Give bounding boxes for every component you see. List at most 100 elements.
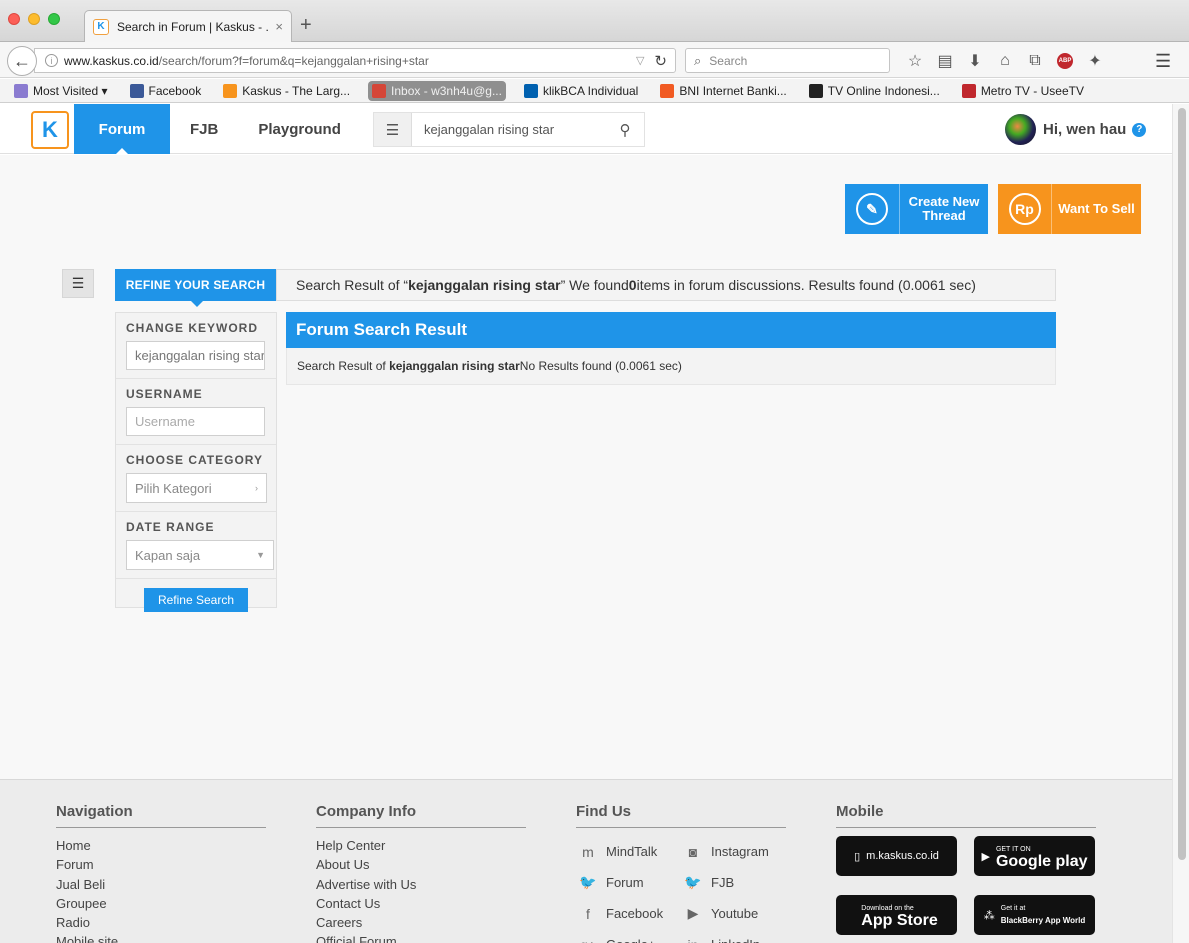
footer-link[interactable]: Careers <box>316 913 526 932</box>
avatar[interactable] <box>1005 114 1036 145</box>
bookmark-item[interactable]: BNI Internet Banki... <box>656 81 790 101</box>
date-range-select[interactable]: Kapan saja ▼ <box>126 540 274 570</box>
footer-link[interactable]: Contact Us <box>316 894 526 913</box>
back-arrow-icon: ← <box>13 50 31 71</box>
search-icon[interactable]: ⚲ <box>606 113 644 146</box>
browser-search-field[interactable]: ⌕ Search <box>685 48 890 73</box>
refine-search-button[interactable]: Refine Search <box>143 588 249 612</box>
social-link[interactable]: g+ Google+ <box>576 929 681 943</box>
app-badge[interactable]: ⁂ Get it at BlackBerry App World <box>974 895 1095 935</box>
help-icon[interactable]: ? <box>1132 122 1147 137</box>
extension-icon[interactable]: ✦ <box>1080 51 1110 71</box>
social-label: LinkedIn <box>711 937 760 943</box>
keyword-input[interactable] <box>126 341 265 370</box>
url-dropdown-icon[interactable]: ▽ <box>636 54 644 67</box>
site-footer: Navigation Home Forum Jual Beli Groupee Radi… <box>0 779 1172 943</box>
browser-search-placeholder: Search <box>709 53 748 68</box>
adblock-icon[interactable]: ABP <box>1050 51 1080 71</box>
keyword-section: CHANGE KEYWORD <box>116 313 276 379</box>
footer-navigation: Navigation Home Forum Jual Beli Groupee Radi… <box>56 803 266 943</box>
home-icon[interactable]: ⌂ <box>990 51 1020 71</box>
site-search-input[interactable] <box>412 113 606 146</box>
footer-navigation-links: Home Forum Jual Beli Groupee Radio Mobile sit… <box>56 836 266 943</box>
social-link[interactable]: 🐦 FJB <box>681 867 786 898</box>
pencil-icon: ✎ <box>856 193 888 225</box>
new-tab-button[interactable]: + <box>300 14 312 36</box>
page-scrollbar[interactable] <box>1172 104 1189 943</box>
footer-company-title: Company Info <box>316 803 526 828</box>
bookmark-label: Facebook <box>148 83 202 98</box>
nav-fjb[interactable]: FJB <box>170 104 238 154</box>
kaskus-logo[interactable]: K <box>31 111 69 149</box>
bookmark-item[interactable]: Inbox - w3nh4u@g... <box>368 80 506 101</box>
blackberry-icon: ⁂ <box>983 909 995 922</box>
site-header: K Forum FJB Playground ☰ ⚲ Hi, wen hau ? <box>0 104 1172 154</box>
social-link[interactable]: in LinkedIn <box>681 929 786 943</box>
user-menu[interactable]: Hi, wen hau ? <box>1005 114 1147 145</box>
social-link[interactable]: f Facebook <box>576 898 681 929</box>
footer-app-badges: ▯ m.kaskus.co.id ▶ GET IT ON Google play Down… <box>836 836 1096 935</box>
social-label: Youtube <box>711 906 759 921</box>
linkedin-icon: in <box>681 937 705 943</box>
social-link[interactable]: ▶ Youtube <box>681 898 786 929</box>
browser-tab[interactable]: K Search in Forum | Kaskus - ... × <box>84 10 292 42</box>
google-play-icon: ▶ <box>981 850 990 863</box>
app-badge[interactable]: ▯ m.kaskus.co.id <box>836 836 957 876</box>
footer-link[interactable]: Help Center <box>316 836 526 855</box>
social-link[interactable]: m MindTalk <box>576 836 681 867</box>
social-link[interactable]: ◙ Instagram <box>681 836 786 867</box>
browser-menu-icon[interactable]: ☰ <box>1155 51 1171 72</box>
browser-toolbar: ☆ ▤ ⬇ ⌂ ⧉ ABP ✦ <box>900 51 1110 71</box>
screenshot-icon[interactable]: ⧉ <box>1020 51 1050 71</box>
bookmark-item[interactable]: Metro TV - UseeTV <box>958 81 1088 101</box>
social-link[interactable]: 🐦 Forum <box>576 867 681 898</box>
category-section: CHOOSE CATEGORY Pilih Kategori › <box>116 445 276 512</box>
app-badge[interactable]: ▶ GET IT ON Google play <box>974 836 1095 876</box>
address-bar[interactable]: i www.kaskus.co.id/search/forum?f=forum&… <box>34 48 676 73</box>
bni-icon <box>660 83 675 98</box>
footer-link[interactable]: Mobile site <box>56 932 266 943</box>
footer-link[interactable]: About Us <box>316 855 526 874</box>
category-select[interactable]: Pilih Kategori › <box>126 473 267 503</box>
tab-close-icon[interactable]: × <box>275 19 283 34</box>
nav-playground[interactable]: Playground <box>238 104 361 154</box>
refine-button-wrap: Refine Search <box>116 579 276 612</box>
footer-link[interactable]: Radio <box>56 913 266 932</box>
site-info-icon[interactable]: i <box>45 54 58 67</box>
back-button[interactable]: ← <box>7 46 37 76</box>
minimize-window-button[interactable] <box>28 13 40 25</box>
bookmark-item[interactable]: TV Online Indonesi... <box>805 81 944 101</box>
bookmark-label: Inbox - w3nh4u@g... <box>391 83 502 98</box>
reading-list-icon[interactable]: ▤ <box>930 51 960 71</box>
app-badge-text: Get it at BlackBerry App World <box>1001 903 1085 927</box>
app-badge[interactable]: Download on the App Store <box>836 895 957 935</box>
want-to-sell-button[interactable]: Rp Want To Sell <box>998 184 1141 234</box>
sidebar-toggle-list-icon[interactable]: ☰ <box>62 269 94 298</box>
footer-link[interactable]: Official Forum <box>316 932 526 943</box>
user-greeting[interactable]: Hi, wen hau <box>1043 121 1126 138</box>
keyword-label: CHANGE KEYWORD <box>126 321 259 335</box>
search-category-list-icon[interactable]: ☰ <box>374 113 412 146</box>
footer-link[interactable]: Forum <box>56 855 266 874</box>
create-thread-button[interactable]: ✎ Create New Thread <box>845 184 988 234</box>
tv-icon <box>808 83 823 98</box>
bookmark-item[interactable]: Most Visited ▾ <box>10 81 112 101</box>
footer-link[interactable]: Groupee <box>56 894 266 913</box>
scrollbar-thumb[interactable] <box>1178 108 1186 860</box>
summary-mid: ” We found <box>560 277 629 293</box>
username-input[interactable] <box>126 407 265 436</box>
bookmark-item[interactable]: Kaskus - The Larg... <box>219 81 354 101</box>
url-text[interactable]: www.kaskus.co.id/search/forum?f=forum&q=… <box>64 54 636 68</box>
zoom-window-button[interactable] <box>48 13 60 25</box>
bookmark-label: BNI Internet Banki... <box>679 83 787 98</box>
footer-link[interactable]: Home <box>56 836 266 855</box>
bookmark-star-icon[interactable]: ☆ <box>900 51 930 71</box>
bookmark-item[interactable]: Facebook <box>126 81 206 101</box>
footer-link[interactable]: Jual Beli <box>56 875 266 894</box>
download-icon[interactable]: ⬇ <box>960 51 990 71</box>
reload-icon[interactable]: ↻ <box>654 52 667 70</box>
bookmark-item[interactable]: klikBCA Individual <box>520 81 642 101</box>
close-window-button[interactable] <box>8 13 20 25</box>
nav-forum[interactable]: Forum <box>74 104 170 154</box>
footer-link[interactable]: Advertise with Us <box>316 875 526 894</box>
